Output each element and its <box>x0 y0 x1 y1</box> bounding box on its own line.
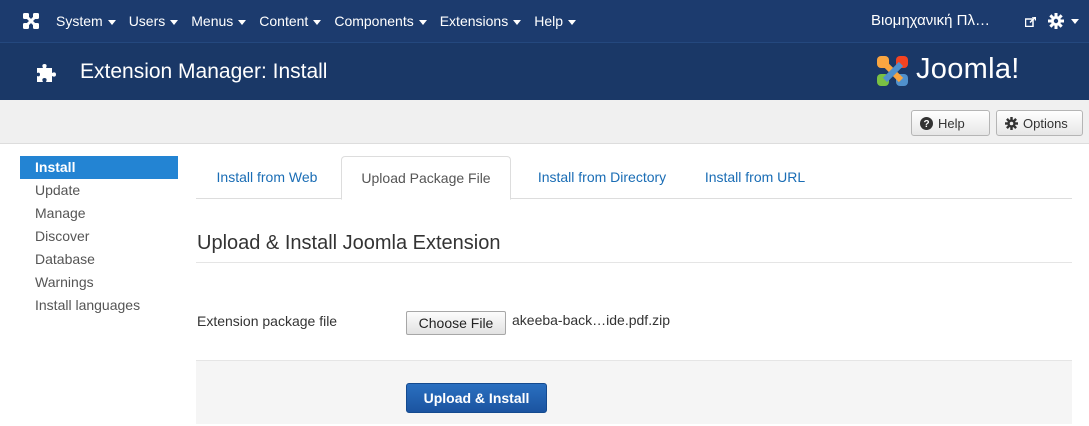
sidebar-item-update[interactable]: Update <box>20 179 178 202</box>
question-circle-icon: ? <box>920 116 933 130</box>
help-button[interactable]: ? Help <box>911 110 990 136</box>
joomla-brand: Joomla! <box>876 51 1086 91</box>
joomla-brand-icon <box>877 56 908 86</box>
chevron-down-icon <box>107 19 116 25</box>
menu-content[interactable]: Content <box>259 13 322 29</box>
toolbar: ? Help Options <box>0 100 1089 144</box>
joomla-brand-text: Joomla! <box>916 53 1020 85</box>
page-header: Extension Manager: Install Joomla! <box>0 42 1089 100</box>
tab-upload-package-file[interactable]: Upload Package File <box>341 156 511 200</box>
section-divider <box>196 262 1072 263</box>
chevron-down-icon <box>238 19 247 25</box>
form-actions: Upload & Install <box>196 360 1072 424</box>
chevron-down-icon <box>568 19 576 25</box>
install-tabs: Install from Web Upload Package File Ins… <box>196 156 1072 200</box>
upload-install-button[interactable]: Upload & Install <box>406 383 547 413</box>
puzzle-piece-icon <box>37 64 56 82</box>
external-link-icon <box>1025 17 1036 27</box>
section-title: Upload & Install Joomla Extension <box>197 232 501 254</box>
help-button-label: Help <box>938 115 965 131</box>
chevron-down-icon <box>313 19 322 25</box>
options-button-label: Options <box>1023 115 1068 131</box>
menu-help[interactable]: Help <box>534 13 576 29</box>
menu-extensions[interactable]: Extensions <box>440 13 522 29</box>
site-link[interactable]: Βιομηχανική Πλ… <box>871 12 990 29</box>
choose-file-button[interactable]: Choose File <box>406 311 506 335</box>
selected-file-name: akeeba-back…ide.pdf.zip <box>512 312 670 328</box>
svg-text:?: ? <box>923 119 929 130</box>
menu-menus[interactable]: Menus <box>191 13 247 29</box>
chevron-down-icon <box>170 19 179 25</box>
sidebar-item-install[interactable]: Install <box>20 156 178 179</box>
package-file-label: Extension package file <box>197 313 338 329</box>
sidebar-item-database[interactable]: Database <box>20 248 178 271</box>
sidebar-item-manage[interactable]: Manage <box>20 202 178 225</box>
joomla-logo-icon[interactable] <box>22 12 40 30</box>
menu-users[interactable]: Users <box>129 13 179 29</box>
page-title: Extension Manager: Install <box>80 60 328 83</box>
options-button[interactable]: Options <box>996 110 1083 136</box>
tab-install-from-url[interactable]: Install from URL <box>690 156 820 199</box>
tab-install-from-web[interactable]: Install from Web <box>196 156 338 199</box>
sidebar-item-discover[interactable]: Discover <box>20 225 178 248</box>
chevron-down-icon <box>513 19 522 25</box>
gear-icon <box>1005 116 1018 130</box>
menu-components[interactable]: Components <box>334 13 427 29</box>
sidebar: Install Update Manage Discover Database … <box>20 156 178 317</box>
sidebar-item-install-languages[interactable]: Install languages <box>20 294 178 317</box>
main-menu: System Users Menus Content Components Ex… <box>56 0 589 42</box>
sidebar-item-warnings[interactable]: Warnings <box>20 271 178 294</box>
user-settings-menu[interactable] <box>1048 12 1082 30</box>
top-navbar: System Users Menus Content Components Ex… <box>0 0 1089 42</box>
chevron-down-icon <box>418 19 427 25</box>
tab-install-from-directory[interactable]: Install from Directory <box>514 156 690 199</box>
menu-system[interactable]: System <box>56 13 116 29</box>
chevron-down-icon <box>1071 19 1079 24</box>
gear-icon <box>1048 13 1064 29</box>
